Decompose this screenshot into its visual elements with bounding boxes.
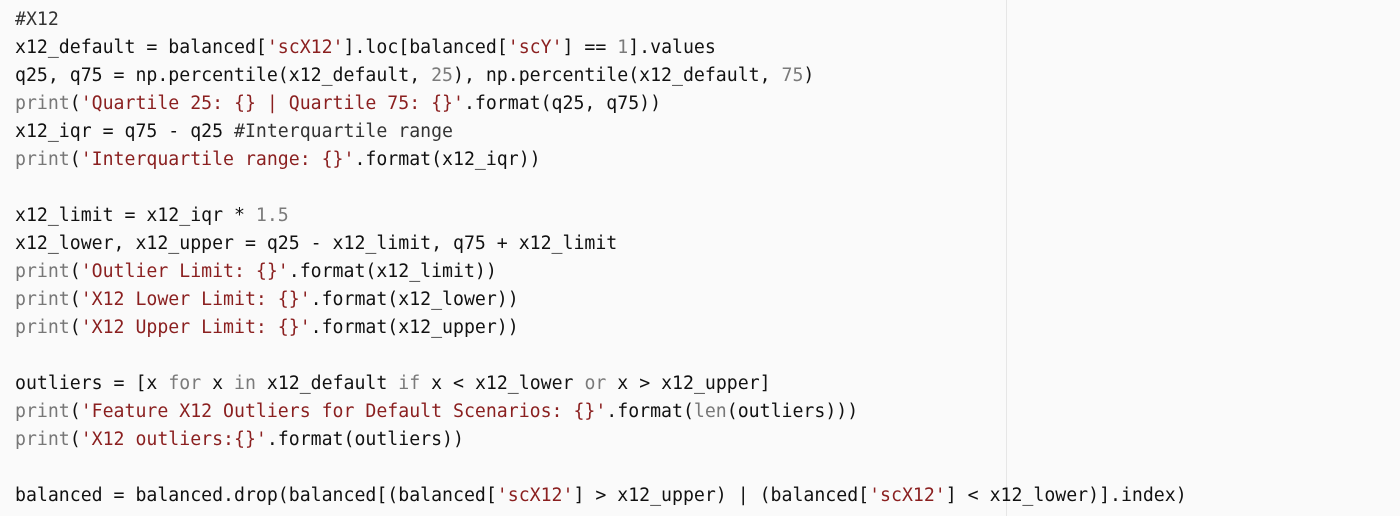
code-token-plain: outliers = [x bbox=[15, 373, 169, 394]
code-token-plain: ].loc[balanced[ bbox=[343, 37, 508, 58]
code-token-plain: x bbox=[201, 373, 235, 394]
code-token-number: 1.5 bbox=[255, 205, 289, 226]
code-token-plain: ) bbox=[803, 65, 815, 86]
code-line[interactable]: print('Feature X12 Outliers for Default … bbox=[15, 398, 1187, 426]
code-token-keyword: if bbox=[398, 373, 421, 394]
code-editor[interactable]: #X12 x12_default = balanced['scX12'].loc[… bbox=[0, 0, 1400, 516]
code-token-keyword: or bbox=[584, 373, 607, 394]
code-token-plain: x12_limit = x12_iqr * bbox=[15, 205, 256, 226]
code-line[interactable]: balanced = balanced.drop(balanced[(balan… bbox=[15, 482, 1187, 510]
code-token-plain: ( bbox=[69, 289, 81, 310]
code-token-comment: #X12 bbox=[15, 9, 59, 30]
code-token-string: 'Feature X12 Outliers for Default Scenar… bbox=[80, 401, 607, 422]
code-token-builtin: print bbox=[15, 149, 70, 170]
code-token-plain: ] == bbox=[562, 37, 618, 58]
code-token-builtin: print bbox=[15, 289, 70, 310]
code-token-string: 'Outlier Limit: {}' bbox=[80, 261, 289, 282]
code-line[interactable]: outliers = [x for x in x12_default if x … bbox=[15, 370, 1187, 398]
code-token-string: 'X12 Lower Limit: {}' bbox=[80, 289, 311, 310]
code-line[interactable]: print('Outlier Limit: {}'.format(x12_lim… bbox=[15, 258, 1187, 286]
code-token-keyword: in bbox=[234, 373, 256, 394]
code-token-string: 'scX12' bbox=[266, 37, 344, 58]
code-line[interactable]: print('Interquartile range: {}'.format(x… bbox=[15, 146, 1187, 174]
code-token-string: 'X12 Upper Limit: {}' bbox=[80, 317, 311, 338]
code-token-plain: x > x12_upper] bbox=[606, 373, 771, 394]
code-token-plain: .format(q25, q75)) bbox=[463, 93, 662, 114]
code-token-plain: ] < x12_lower)].index) bbox=[945, 485, 1187, 506]
code-token-plain: .format(x12_lower)) bbox=[310, 289, 519, 310]
code-token-number: 1 bbox=[617, 37, 629, 58]
code-token-plain: x12_iqr = q75 - q25 bbox=[15, 121, 234, 142]
code-line[interactable] bbox=[15, 454, 1187, 482]
code-token-comment: #Interquartile range bbox=[234, 121, 453, 142]
code-token-plain: .format(x12_limit)) bbox=[288, 261, 497, 282]
code-line[interactable]: print('Quartile 25: {} | Quartile 75: {}… bbox=[15, 90, 1187, 118]
code-token-plain: ( bbox=[69, 149, 81, 170]
code-line[interactable] bbox=[15, 342, 1187, 370]
code-token-plain: ( bbox=[69, 429, 81, 450]
code-token-plain: ] > x12_upper) | (balanced[ bbox=[573, 485, 870, 506]
code-block[interactable]: #X12 x12_default = balanced['scX12'].loc[… bbox=[15, 6, 1187, 510]
code-line[interactable]: x12_iqr = q75 - q25 #Interquartile range bbox=[15, 118, 1187, 146]
code-token-builtin: print bbox=[15, 429, 70, 450]
code-line[interactable]: #X12 bbox=[15, 6, 1187, 34]
code-token-plain: ( bbox=[69, 261, 81, 282]
code-token-builtin: print bbox=[15, 401, 70, 422]
code-token-builtin: print bbox=[15, 261, 70, 282]
code-token-string: 'scX12' bbox=[496, 485, 574, 506]
code-token-plain: x12_default bbox=[255, 373, 399, 394]
code-line[interactable] bbox=[15, 174, 1187, 202]
code-token-keyword: for bbox=[168, 373, 202, 394]
code-token-plain: ( bbox=[69, 401, 81, 422]
code-line[interactable]: x12_limit = x12_iqr * 1.5 bbox=[15, 202, 1187, 230]
code-token-string: 'Interquartile range: {}' bbox=[80, 149, 355, 170]
code-token-plain: ), np.percentile(x12_default, bbox=[453, 65, 782, 86]
code-line[interactable]: x12_lower, x12_upper = q25 - x12_limit, … bbox=[15, 230, 1187, 258]
code-token-plain: .format(x12_iqr)) bbox=[354, 149, 541, 170]
code-token-number: 75 bbox=[781, 65, 804, 86]
code-token-string: 'scX12' bbox=[869, 485, 946, 506]
code-line[interactable]: print('X12 Lower Limit: {}'.format(x12_l… bbox=[15, 286, 1187, 314]
code-token-string: 'X12 outliers:{}' bbox=[80, 429, 267, 450]
code-token-builtin: print bbox=[15, 317, 70, 338]
code-token-plain: x12_default = balanced[ bbox=[15, 37, 267, 58]
code-token-string: 'scY' bbox=[507, 37, 563, 58]
code-line[interactable]: x12_default = balanced['scX12'].loc[bala… bbox=[15, 34, 1187, 62]
code-token-plain: ( bbox=[69, 93, 81, 114]
code-token-plain: balanced = balanced.drop(balanced[(balan… bbox=[15, 485, 497, 506]
code-token-plain: x < x12_lower bbox=[420, 373, 585, 394]
code-token-plain: .format(x12_upper)) bbox=[310, 317, 519, 338]
code-token-plain: x12_lower, x12_upper = q25 - x12_limit, … bbox=[15, 233, 618, 254]
code-token-number: 25 bbox=[431, 65, 453, 86]
code-token-builtin: len bbox=[693, 401, 727, 422]
code-token-plain: ].values bbox=[628, 37, 716, 58]
code-token-plain: ( bbox=[69, 317, 81, 338]
code-token-plain: .format(outliers)) bbox=[266, 429, 464, 450]
code-token-plain: (outliers))) bbox=[726, 401, 859, 422]
code-token-string: 'Quartile 25: {} | Quartile 75: {}' bbox=[80, 93, 464, 114]
code-line[interactable]: print('X12 Upper Limit: {}'.format(x12_u… bbox=[15, 314, 1187, 342]
code-token-plain: .format( bbox=[606, 401, 694, 422]
code-token-builtin: print bbox=[15, 93, 70, 114]
code-line[interactable]: print('X12 outliers:{}'.format(outliers)… bbox=[15, 426, 1187, 454]
code-line[interactable]: q25, q75 = np.percentile(x12_default, 25… bbox=[15, 62, 1187, 90]
code-token-plain: q25, q75 = np.percentile(x12_default, bbox=[15, 65, 432, 86]
